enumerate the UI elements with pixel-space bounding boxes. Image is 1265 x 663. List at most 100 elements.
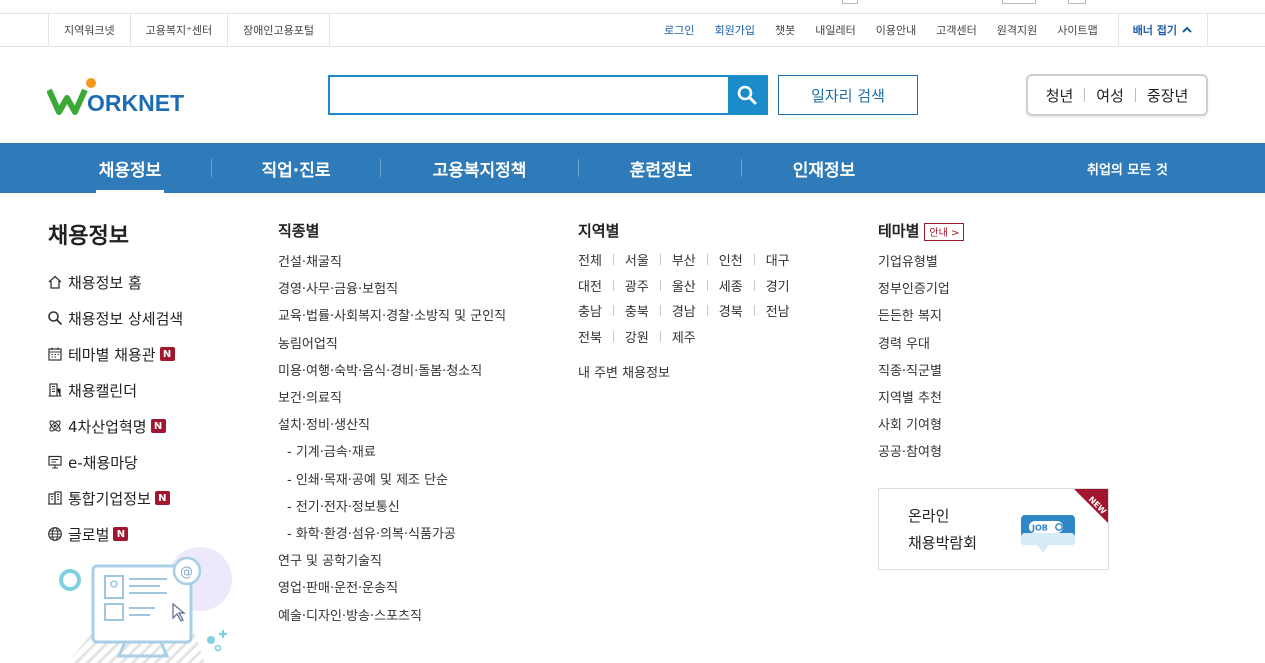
util-link-local-worknet[interactable]: 지역워크넷 bbox=[49, 14, 131, 46]
theme-link[interactable]: 사회 기여형 bbox=[878, 410, 950, 437]
job-type-link[interactable]: 경영·사무·금융·보험직 bbox=[278, 274, 506, 301]
job-subtype-link[interactable]: - 화학·환경·섬유·의복·식품가공 bbox=[278, 519, 506, 546]
theme-guide-button[interactable]: 안내 > bbox=[924, 222, 965, 241]
region-link-gyeongbuk[interactable]: 경북 bbox=[719, 301, 743, 320]
left-menu-item-4th-industry[interactable]: 4차산업혁명 N bbox=[47, 408, 183, 444]
job-subtype-link[interactable]: - 인쇄·목재·공예 및 제조 단순 bbox=[278, 465, 506, 492]
left-menu-item-company-info[interactable]: 통합기업정보 N bbox=[47, 480, 183, 516]
job-type-link[interactable]: 설치·정비·생산직 bbox=[278, 410, 506, 437]
job-type-link[interactable]: 건설·채굴직 bbox=[278, 247, 506, 274]
job-subtype-link[interactable]: - 전기·전자·정보통신 bbox=[278, 492, 506, 519]
chatbot-link[interactable]: 챗봇 bbox=[775, 22, 795, 38]
target-youth[interactable]: 청년 bbox=[1035, 85, 1085, 106]
left-menu-item-home[interactable]: 채용정보 홈 bbox=[47, 264, 183, 300]
remote-support-link[interactable]: 원격지원 bbox=[997, 22, 1037, 38]
job-type-link[interactable]: 연구 및 공학기술직 bbox=[278, 546, 506, 573]
job-type-link[interactable]: 예술·디자인·방송·스포츠직 bbox=[278, 600, 506, 627]
job-type-link[interactable]: 미용·여행·숙박·음식·경비·돌봄·청소직 bbox=[278, 356, 506, 383]
left-menu-item-theme-hall[interactable]: 테마별 채용관 N bbox=[47, 336, 183, 372]
job-fair-line-1: 온라인 bbox=[908, 507, 950, 525]
theme-link[interactable]: 직종·직군별 bbox=[878, 356, 950, 383]
job-fair-line-2: 채용박람회 bbox=[908, 534, 978, 552]
banner-collapse-label: 배너 접기 bbox=[1132, 24, 1177, 37]
nav-tab-welfare-policy[interactable]: 고용복지정책 bbox=[428, 143, 531, 193]
new-badge: N bbox=[159, 347, 175, 361]
divider bbox=[612, 305, 614, 317]
sliver-control-small[interactable] bbox=[1068, 0, 1086, 4]
region-link-jeju[interactable]: 제주 bbox=[672, 327, 696, 346]
job-type-link[interactable]: 보건·의료직 bbox=[278, 383, 506, 410]
region-link-daegu[interactable]: 대구 bbox=[766, 250, 790, 269]
nav-divider bbox=[741, 159, 742, 177]
region-link-gyeonggi[interactable]: 경기 bbox=[766, 276, 790, 295]
region-row: 대전 광주 울산 세종 경기 bbox=[578, 273, 790, 299]
divider bbox=[612, 279, 614, 291]
job-type-link[interactable]: 교육·법률·사회복지·경찰·소방직 및 군인직 bbox=[278, 301, 506, 328]
left-menu-item-e-recruit[interactable]: e-채용마당 bbox=[47, 444, 183, 480]
job-search-button[interactable]: 일자리 검색 bbox=[778, 75, 918, 115]
region-link-jeonbuk[interactable]: 전북 bbox=[578, 327, 602, 346]
left-menu-item-detail-search[interactable]: 채용정보 상세검색 bbox=[47, 300, 183, 336]
theme-link[interactable]: 든든한 복지 bbox=[878, 301, 950, 328]
search-button[interactable] bbox=[728, 77, 766, 113]
nav-tab-talent[interactable]: 인재정보 bbox=[790, 143, 858, 193]
region-link-incheon[interactable]: 인천 bbox=[719, 250, 743, 269]
target-middle-aged[interactable]: 중장년 bbox=[1136, 85, 1199, 106]
region-link-chungnam[interactable]: 충남 bbox=[578, 301, 602, 320]
job-type-link[interactable]: 영업·판매·운전·운송직 bbox=[278, 573, 506, 600]
region-link-gwangju[interactable]: 광주 bbox=[625, 276, 649, 295]
search-icon bbox=[48, 311, 63, 326]
job-type-link[interactable]: 농림어업직 bbox=[278, 329, 506, 356]
left-menu: 채용정보 홈 채용정보 상세검색 테마별 채용관 N 채용캘린더 4차산업혁명 … bbox=[47, 264, 183, 552]
region-link-seoul[interactable]: 서울 bbox=[625, 250, 649, 269]
left-menu-label: 통합기업정보 bbox=[68, 489, 151, 508]
region-link-all[interactable]: 전체 bbox=[578, 250, 602, 269]
theme-title-text: 테마별 bbox=[878, 222, 920, 240]
region-link-daejeon[interactable]: 대전 bbox=[578, 276, 602, 295]
worknet-logo[interactable]: ORKNET bbox=[47, 76, 202, 116]
atom-icon bbox=[49, 420, 61, 432]
divider bbox=[753, 254, 755, 266]
customer-center-link[interactable]: 고객센터 bbox=[936, 22, 976, 38]
region-link-ulsan[interactable]: 울산 bbox=[672, 276, 696, 295]
region-link-jeonnam[interactable]: 전남 bbox=[766, 301, 790, 320]
theme-list: 기업유형별 정부인증기업 든든한 복지 경력 우대 직종·직군별 지역별 추천 … bbox=[878, 247, 950, 465]
search-input[interactable] bbox=[330, 77, 728, 113]
theme-link[interactable]: 지역별 추천 bbox=[878, 383, 950, 410]
theme-link[interactable]: 정부인증기업 bbox=[878, 274, 950, 301]
login-link[interactable]: 로그인 bbox=[664, 22, 694, 38]
region-row: 전체 서울 부산 인천 대구 bbox=[578, 247, 790, 273]
sliver-checkbox[interactable] bbox=[842, 0, 858, 4]
region-link-busan[interactable]: 부산 bbox=[672, 250, 696, 269]
theme-link[interactable]: 공공·참여형 bbox=[878, 437, 950, 464]
logo-dot bbox=[86, 78, 96, 88]
utility-bar: 지역워크넷 고용복지⁺센터 장애인고용포털 로그인 회원가입 챗봇 내일레터 이… bbox=[0, 14, 1265, 47]
svg-text:@: @ bbox=[180, 565, 193, 580]
region-link-gangwon[interactable]: 강원 bbox=[625, 327, 649, 346]
nav-tab-career[interactable]: 직업·진로 bbox=[259, 143, 333, 193]
nav-tab-training[interactable]: 훈련정보 bbox=[627, 143, 695, 193]
nav-all-about-jobs[interactable]: 취업의 모든 것 bbox=[1087, 143, 1168, 193]
theme-link[interactable]: 경력 우대 bbox=[878, 329, 950, 356]
left-menu-item-calendar[interactable]: 채용캘린더 bbox=[47, 372, 183, 408]
util-link-disability-portal[interactable]: 장애인고용포털 bbox=[228, 14, 330, 46]
job-subtype-link[interactable]: - 기계·금속·재료 bbox=[278, 437, 506, 464]
region-link-chungbuk[interactable]: 충북 bbox=[625, 301, 649, 320]
main-navigation: 채용정보 직업·진로 고용복지정책 훈련정보 인재정보 bbox=[0, 143, 1265, 193]
nav-tab-job-info[interactable]: 채용정보 bbox=[96, 143, 164, 193]
sliver-control[interactable] bbox=[1002, 0, 1036, 4]
region-link-sejong[interactable]: 세종 bbox=[719, 276, 743, 295]
newsletter-link[interactable]: 내일레터 bbox=[815, 22, 855, 38]
region-link-gyeongnam[interactable]: 경남 bbox=[672, 301, 696, 320]
sitemap-link[interactable]: 사이트맵 bbox=[1057, 22, 1097, 38]
job-type-title: 직종별 bbox=[278, 222, 320, 240]
signup-link[interactable]: 회원가입 bbox=[715, 22, 755, 38]
util-link-welfare-center[interactable]: 고용복지⁺센터 bbox=[131, 14, 229, 46]
nearby-jobs-link[interactable]: 내 주변 채용정보 bbox=[578, 360, 670, 382]
banner-collapse-button[interactable]: 배너 접기 bbox=[1117, 14, 1208, 46]
online-job-fair-banner[interactable]: 온라인 채용박람회 JOB NEW bbox=[878, 488, 1109, 570]
target-women[interactable]: 여성 bbox=[1085, 85, 1135, 106]
usage-guide-link[interactable]: 이용안내 bbox=[876, 22, 916, 38]
panel-title: 채용정보 bbox=[48, 224, 129, 249]
theme-link[interactable]: 기업유형별 bbox=[878, 247, 950, 274]
